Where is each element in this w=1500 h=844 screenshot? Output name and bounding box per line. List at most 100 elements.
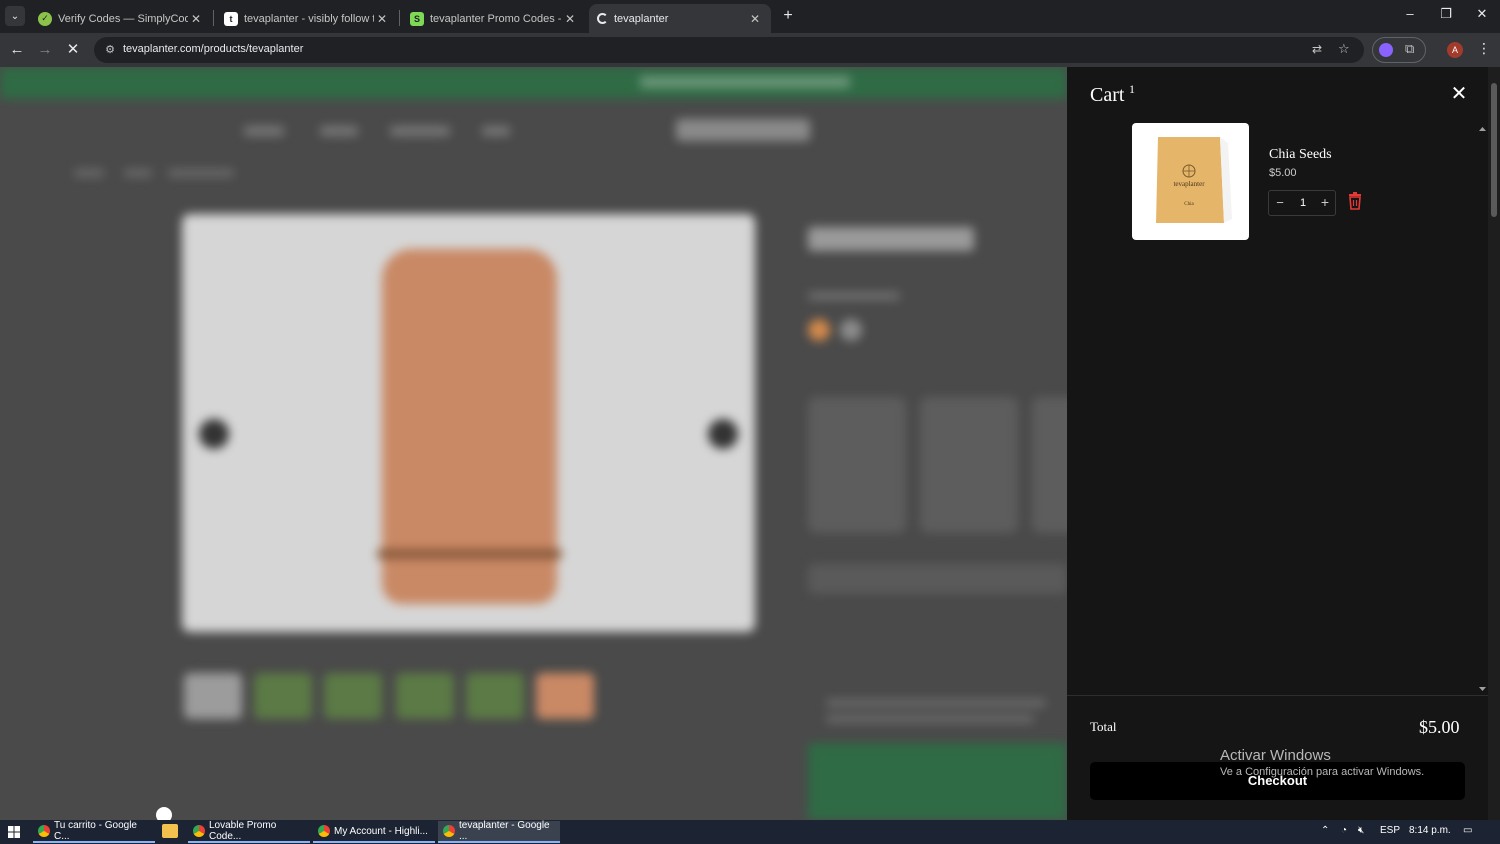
chrome-icon <box>38 825 50 837</box>
variant-card <box>1032 397 1067 533</box>
tab-separator <box>399 10 400 26</box>
gallery-thumbnail <box>536 673 594 719</box>
decrease-quantity-button[interactable]: − <box>1273 195 1287 210</box>
close-icon[interactable]: ✕ <box>188 12 204 26</box>
seed-bag-image: tevaplanter Chia <box>1156 137 1232 223</box>
product-thumbnail[interactable]: tevaplanter Chia <box>1132 123 1249 240</box>
close-icon[interactable]: ✕ <box>747 12 763 26</box>
new-tab-button[interactable]: + <box>778 6 798 26</box>
restore-icon[interactable]: ❐ <box>1436 6 1456 22</box>
gallery-thumbnail <box>466 673 524 719</box>
activate-windows-subtitle: Ve a Configuración para activar Windows. <box>1220 766 1425 778</box>
product-image <box>182 214 755 632</box>
cart-count: 1 <box>1129 82 1135 96</box>
breadcrumb <box>168 169 234 177</box>
breadcrumb <box>74 169 104 177</box>
taskbar-item[interactable]: Lovable Promo Code... <box>188 820 310 843</box>
translate-icon[interactable]: ⇄ <box>1312 42 1322 56</box>
bookmark-star-icon[interactable]: ☆ <box>1338 41 1350 57</box>
forward-arrow-icon[interactable]: → <box>35 40 55 60</box>
cart-item-name[interactable]: Chia Seeds <box>1269 147 1332 163</box>
browser-toolbar: ← → ✕ ⚙ tevaplanter.com/products/tevapla… <box>0 33 1500 67</box>
variant-card <box>920 397 1018 533</box>
product-page-backdrop[interactable] <box>0 67 1067 820</box>
address-bar[interactable]: ⚙ tevaplanter.com/products/tevaplanter ⇄… <box>94 37 1364 63</box>
kebab-menu-icon[interactable]: ⋮ <box>1477 40 1491 57</box>
cart-drawer: Cart 1 ✕ tevaplanter Chia Chia Seeds $5.… <box>1067 67 1488 820</box>
taskbar-item[interactable]: My Account - Highli... <box>313 821 435 843</box>
nav-item <box>390 126 450 136</box>
puzzle-icon[interactable]: ⧉ <box>1405 41 1414 57</box>
tab-verify-codes[interactable]: ✓ Verify Codes — SimplyCodes ✕ <box>30 4 212 33</box>
increase-quantity-button[interactable]: + <box>1318 194 1332 210</box>
nav-item <box>244 126 284 136</box>
breadcrumb <box>124 169 152 177</box>
nav-item <box>320 126 358 136</box>
variant-card <box>808 397 906 533</box>
taskbar-item-active[interactable]: tevaplanter - Google ... <box>438 820 560 843</box>
url-text[interactable]: tevaplanter.com/products/tevaplanter <box>123 43 303 55</box>
windows-start-icon[interactable] <box>8 826 20 838</box>
loading-icon <box>597 13 608 24</box>
store-logo <box>676 119 810 141</box>
cart-scrollbar[interactable] <box>1478 125 1487 695</box>
trash-icon[interactable] <box>1348 192 1362 210</box>
notifications-icon[interactable]: ▭ <box>1463 825 1472 836</box>
quantity-value[interactable]: 1 <box>1296 197 1310 209</box>
chrome-icon <box>193 825 205 837</box>
chrome-icon <box>318 825 330 837</box>
cart-title: Cart <box>1090 84 1125 106</box>
total-value: $5.00 <box>1419 717 1460 737</box>
color-swatch <box>808 319 830 341</box>
t-icon: t <box>224 11 238 26</box>
back-arrow-icon[interactable]: ← <box>7 40 27 60</box>
product-subtitle <box>808 292 900 300</box>
description-line <box>826 699 1046 707</box>
tab-search-button[interactable]: ⌄ <box>5 6 25 26</box>
clock[interactable]: 8:14 p.m. <box>1409 825 1451 836</box>
tab-strip: ⌄ ✓ Verify Codes — SimplyCodes ✕ t tevap… <box>0 0 1500 33</box>
tab-separator <box>213 10 214 26</box>
taskbar-item[interactable]: Tu carrito - Google C... <box>33 820 155 843</box>
announcement-banner <box>0 67 1067 99</box>
check-icon: ✓ <box>38 11 52 26</box>
tab-tevaplanter-follow[interactable]: t tevaplanter - visibly follow the j ✕ <box>216 4 398 33</box>
tab-promo-codes[interactable]: S tevaplanter Promo Codes - 50% ✕ <box>402 4 586 33</box>
color-swatch <box>840 319 862 341</box>
volume-muted-icon[interactable]: 🔇︎ <box>1358 825 1364 836</box>
product-title <box>808 227 974 251</box>
close-icon[interactable]: ✕ <box>562 12 578 26</box>
language-indicator[interactable]: ESP <box>1380 825 1400 836</box>
stop-loading-icon[interactable]: ✕ <box>63 40 83 60</box>
tab-tevaplanter-active[interactable]: tevaplanter ✕ <box>589 4 771 33</box>
gallery-thumbnail <box>184 673 242 719</box>
chrome-icon <box>443 825 455 837</box>
total-label: Total <box>1090 719 1117 734</box>
scrollbar-thumb[interactable] <box>1491 83 1497 217</box>
cart-item-price: $5.00 <box>1269 167 1297 179</box>
extensions-group: ⧉ <box>1372 37 1426 63</box>
quantity-stepper: − 1 + <box>1268 190 1336 216</box>
gallery-thumbnail <box>396 673 454 719</box>
profile-avatar[interactable]: A <box>1447 42 1463 58</box>
tray-chevron-icon[interactable]: ⌃ <box>1321 825 1329 836</box>
file-explorer-icon[interactable] <box>162 824 178 838</box>
gallery-thumbnail <box>324 673 382 719</box>
extension-icon[interactable] <box>1379 43 1393 57</box>
gallery-thumbnail <box>254 673 312 719</box>
s-icon: S <box>410 11 424 26</box>
window-close-icon[interactable]: ✕ <box>1472 6 1492 22</box>
windows-taskbar: Tu carrito - Google C... Lovable Promo C… <box>0 820 1500 844</box>
site-settings-icon[interactable]: ⚙ <box>102 42 118 58</box>
description-line <box>826 715 1034 723</box>
page-scrollbar[interactable] <box>1488 67 1500 820</box>
activate-windows-title: Activar Windows <box>1220 747 1331 764</box>
svg-text:tevaplanter: tevaplanter <box>1173 180 1205 188</box>
close-icon[interactable]: ✕ <box>374 12 390 26</box>
nav-item <box>482 126 510 136</box>
info-box <box>808 743 1067 820</box>
network-icon[interactable]: ◔ <box>1341 825 1347 836</box>
close-icon[interactable]: ✕ <box>1450 84 1468 104</box>
minimize-icon[interactable]: – <box>1400 6 1420 21</box>
cart-divider <box>1067 695 1488 696</box>
